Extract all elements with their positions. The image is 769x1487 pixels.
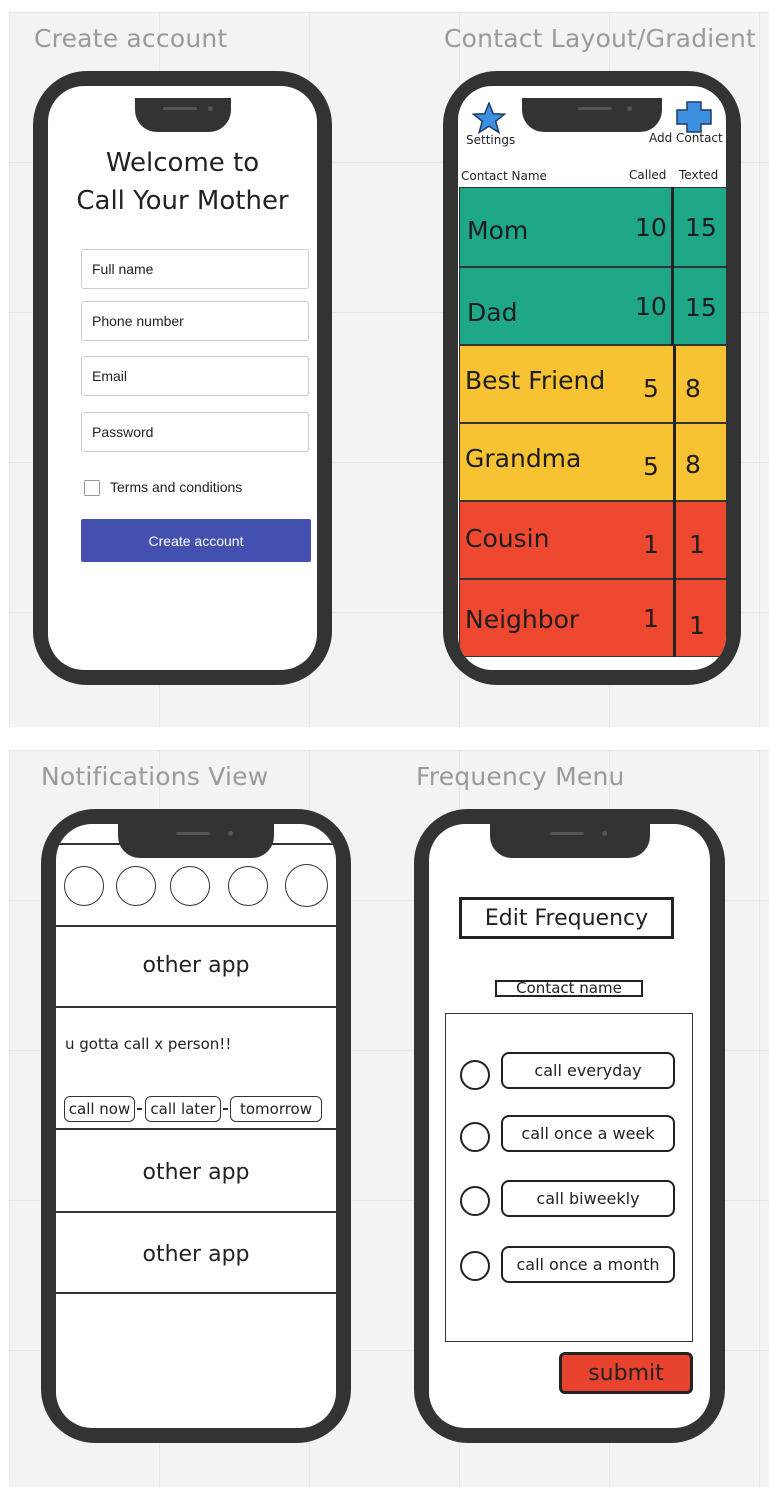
contact-name: Neighbor bbox=[465, 605, 580, 634]
column-header-called: Called bbox=[629, 168, 667, 182]
called-count: 5 bbox=[643, 374, 659, 403]
radio-once-a-month[interactable] bbox=[460, 1251, 490, 1281]
frame-title-frequency: Frequency Menu bbox=[416, 762, 625, 791]
column-divider bbox=[673, 345, 676, 657]
status-circle bbox=[64, 866, 104, 906]
texted-count: 15 bbox=[685, 293, 717, 322]
screen: Welcome to Call Your Mother Terms and co… bbox=[48, 86, 317, 670]
terms-checkbox[interactable] bbox=[84, 480, 100, 496]
notch bbox=[118, 824, 274, 858]
status-circle bbox=[116, 866, 156, 906]
contact-row-dad[interactable]: Dad 10 15 bbox=[459, 267, 726, 345]
called-count: 1 bbox=[643, 530, 659, 559]
column-header-texted: Texted bbox=[679, 168, 719, 182]
column-header-contact-name: Contact Name bbox=[461, 169, 547, 183]
status-circle bbox=[228, 866, 268, 906]
divider bbox=[56, 843, 336, 845]
notification-message: u gotta call x person!! bbox=[65, 1035, 232, 1053]
called-count: 1 bbox=[643, 604, 659, 633]
divider bbox=[56, 925, 336, 927]
option-call-everyday[interactable]: call everyday bbox=[501, 1052, 675, 1089]
contact-row-neighbor[interactable]: Neighbor 1 1 bbox=[459, 579, 726, 657]
radio-everyday[interactable] bbox=[460, 1060, 490, 1090]
divider bbox=[56, 1211, 336, 1213]
frame-title-create-account: Create account bbox=[34, 24, 228, 53]
status-circle bbox=[285, 864, 328, 907]
screen: Settings Add Contact Contact Name Called… bbox=[458, 86, 726, 670]
create-account-button[interactable]: Create account bbox=[81, 519, 311, 562]
called-count: 10 bbox=[635, 292, 667, 321]
called-count: 5 bbox=[643, 452, 659, 481]
full-name-input[interactable] bbox=[81, 249, 309, 289]
phone-frequency: Edit Frequency Contact name call everyda… bbox=[414, 809, 725, 1443]
contact-name: Cousin bbox=[465, 524, 550, 553]
option-call-once-a-week[interactable]: call once a week bbox=[501, 1115, 675, 1152]
contact-name: Mom bbox=[467, 216, 529, 245]
separator bbox=[137, 1108, 142, 1110]
radio-once-a-week[interactable] bbox=[460, 1122, 490, 1152]
called-count: 10 bbox=[635, 213, 667, 242]
column-divider bbox=[671, 187, 674, 345]
radio-biweekly[interactable] bbox=[460, 1186, 490, 1216]
terms-label: Terms and conditions bbox=[110, 479, 243, 495]
other-app-notification[interactable]: other app bbox=[56, 953, 336, 978]
tomorrow-button[interactable]: tomorrow bbox=[230, 1096, 322, 1122]
edit-frequency-title: Edit Frequency bbox=[459, 897, 674, 939]
frame-title-notifications: Notifications View bbox=[41, 762, 269, 791]
contact-row-grandma[interactable]: Grandma 5 8 bbox=[459, 423, 726, 501]
divider bbox=[56, 1128, 336, 1130]
contact-row-best-friend[interactable]: Best Friend 5 8 bbox=[459, 345, 726, 423]
submit-button[interactable]: submit bbox=[559, 1352, 693, 1394]
frame-title-contact-layout: Contact Layout/Gradient bbox=[444, 24, 757, 53]
notch bbox=[522, 98, 662, 132]
option-call-once-a-month[interactable]: call once a month bbox=[501, 1246, 675, 1283]
contact-row-cousin[interactable]: Cousin 1 1 bbox=[459, 501, 726, 579]
status-circle bbox=[170, 866, 210, 906]
phone-number-input[interactable] bbox=[81, 301, 309, 341]
separator bbox=[223, 1108, 228, 1110]
email-input[interactable] bbox=[81, 356, 309, 396]
phone-notifications: other app u gotta call x person!! call n… bbox=[41, 809, 351, 1443]
welcome-line-2: Call Your Mother bbox=[76, 186, 289, 216]
texted-count: 1 bbox=[689, 530, 705, 559]
phone-contact-layout: Settings Add Contact Contact Name Called… bbox=[443, 71, 741, 685]
option-call-biweekly[interactable]: call biweekly bbox=[501, 1180, 675, 1217]
contact-row-mom[interactable]: Mom 10 15 bbox=[459, 187, 726, 267]
notch bbox=[490, 824, 650, 858]
welcome-line-1: Welcome to bbox=[105, 148, 260, 178]
divider bbox=[56, 1292, 336, 1294]
call-later-button[interactable]: call later bbox=[145, 1096, 221, 1122]
star-icon[interactable] bbox=[472, 102, 506, 134]
password-input[interactable] bbox=[81, 412, 309, 452]
plus-icon[interactable] bbox=[676, 101, 712, 133]
texted-count: 15 bbox=[685, 213, 717, 242]
other-app-notification[interactable]: other app bbox=[56, 1160, 336, 1185]
other-app-notification[interactable]: other app bbox=[56, 1242, 336, 1267]
screen: Edit Frequency Contact name call everyda… bbox=[429, 824, 710, 1428]
contact-name: Grandma bbox=[465, 444, 582, 473]
contact-name: Dad bbox=[467, 298, 518, 327]
notch bbox=[135, 98, 231, 132]
texted-count: 8 bbox=[685, 450, 701, 479]
contact-name-label: Contact name bbox=[495, 980, 643, 997]
screen: other app u gotta call x person!! call n… bbox=[56, 824, 336, 1428]
phone-create-account: Welcome to Call Your Mother Terms and co… bbox=[33, 71, 332, 685]
contact-name: Best Friend bbox=[465, 366, 606, 395]
settings-label[interactable]: Settings bbox=[466, 133, 515, 147]
call-now-button[interactable]: call now bbox=[64, 1096, 135, 1122]
texted-count: 8 bbox=[685, 374, 701, 403]
texted-count: 1 bbox=[689, 611, 705, 640]
divider bbox=[56, 1006, 336, 1008]
add-contact-label[interactable]: Add Contact bbox=[649, 131, 723, 145]
